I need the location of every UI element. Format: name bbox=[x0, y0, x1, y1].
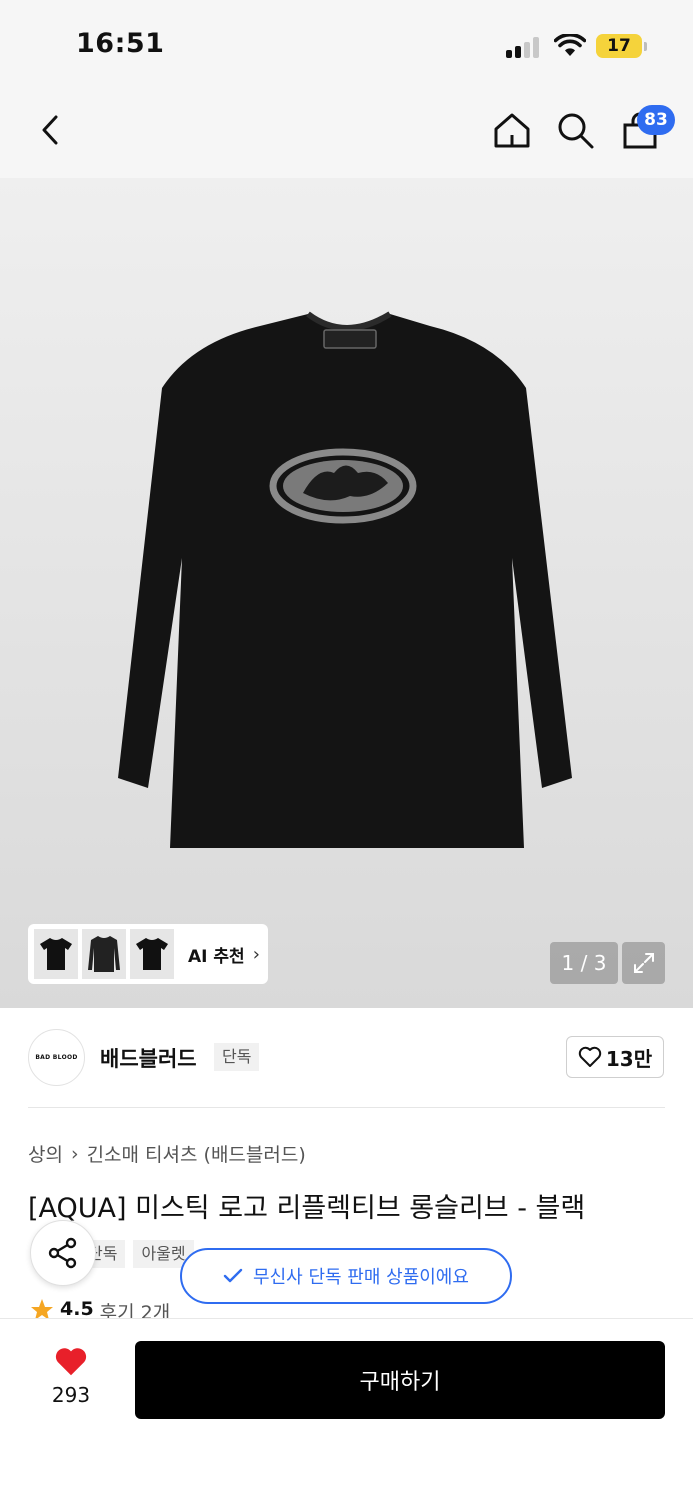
status-bar: 16:51 17 bbox=[0, 0, 693, 92]
breadcrumb-item[interactable]: 상의 bbox=[28, 1140, 63, 1167]
brand-logo[interactable]: BAD BLOOD bbox=[28, 1029, 85, 1086]
exclusive-toast: 무신사 단독 판매 상품이에요 bbox=[180, 1248, 512, 1304]
top-navigation bbox=[0, 92, 693, 178]
wishlist-button[interactable]: 293 bbox=[28, 1347, 114, 1407]
tshirt-thumbnail bbox=[40, 938, 72, 970]
back-button[interactable] bbox=[28, 108, 72, 152]
expand-button[interactable] bbox=[622, 942, 665, 984]
brand-like-count: 13만 bbox=[605, 1046, 653, 1071]
brand-name[interactable]: 배드블러드 bbox=[100, 1043, 197, 1073]
bottom-action-bar: 293 구매하기 bbox=[0, 1318, 693, 1500]
ai-thumbnail[interactable] bbox=[34, 929, 78, 979]
divider bbox=[28, 1107, 665, 1108]
buy-button[interactable]: 구매하기 bbox=[135, 1341, 665, 1419]
wishlist-count: 293 bbox=[51, 1383, 91, 1407]
ai-recommend-panel[interactable]: AI 추천 › bbox=[28, 924, 268, 984]
cellular-signal-icon bbox=[506, 36, 542, 58]
tshirt-thumbnail bbox=[136, 938, 168, 970]
share-icon bbox=[48, 1237, 77, 1269]
ai-thumbnail[interactable] bbox=[82, 929, 126, 979]
rating-score: 4.5 bbox=[60, 1298, 94, 1318]
check-icon bbox=[223, 1268, 243, 1283]
heart-icon bbox=[55, 1348, 87, 1376]
status-time: 16:51 bbox=[76, 28, 165, 59]
back-icon bbox=[42, 115, 58, 145]
cart-count-badge: 83 bbox=[637, 105, 675, 135]
star-icon bbox=[31, 1299, 53, 1318]
share-button[interactable] bbox=[30, 1220, 96, 1286]
product-image-gallery[interactable]: AI 추천 › 1 / 3 bbox=[0, 178, 693, 1008]
brand-like-button[interactable]: 13만 bbox=[566, 1036, 664, 1078]
product-image bbox=[118, 311, 572, 848]
heart-outline-icon bbox=[578, 1046, 602, 1067]
chevron-right-icon: › bbox=[252, 943, 260, 965]
longsleeve-thumbnail bbox=[88, 936, 120, 972]
wifi-icon bbox=[554, 34, 586, 56]
home-icon bbox=[494, 113, 530, 148]
battery-indicator: 17 bbox=[596, 34, 642, 58]
home-button[interactable] bbox=[490, 108, 534, 152]
breadcrumb-item[interactable]: 긴소매 티셔츠 (배드블러드) bbox=[87, 1140, 306, 1167]
search-button[interactable] bbox=[553, 108, 597, 152]
image-pager: 1 / 3 bbox=[550, 942, 618, 984]
brand-row: BAD BLOOD 배드블러드 단독 13만 bbox=[0, 1008, 693, 1108]
rating-row[interactable]: 4.5 후기 2개 bbox=[30, 1298, 170, 1318]
ai-thumbnail[interactable] bbox=[130, 929, 174, 979]
chevron-right-icon: › bbox=[70, 1142, 79, 1165]
product-title: [AQUA] 미스틱 로고 리플렉티브 롱슬리브 - 블랙 bbox=[28, 1193, 586, 1224]
review-count[interactable]: 후기 2개 bbox=[100, 1298, 171, 1318]
product-tags: 단독 아울렛 bbox=[80, 1240, 194, 1268]
toast-text: 무신사 단독 판매 상품이에요 bbox=[253, 1267, 469, 1288]
battery-cap bbox=[644, 42, 647, 51]
ai-recommend-label: AI 추천 bbox=[188, 946, 245, 967]
breadcrumb: 상의 › 긴소매 티셔츠 (배드블러드) bbox=[28, 1140, 306, 1167]
expand-icon bbox=[633, 953, 654, 973]
search-icon bbox=[558, 113, 594, 149]
brand-exclusive-tag: 단독 bbox=[214, 1043, 260, 1071]
